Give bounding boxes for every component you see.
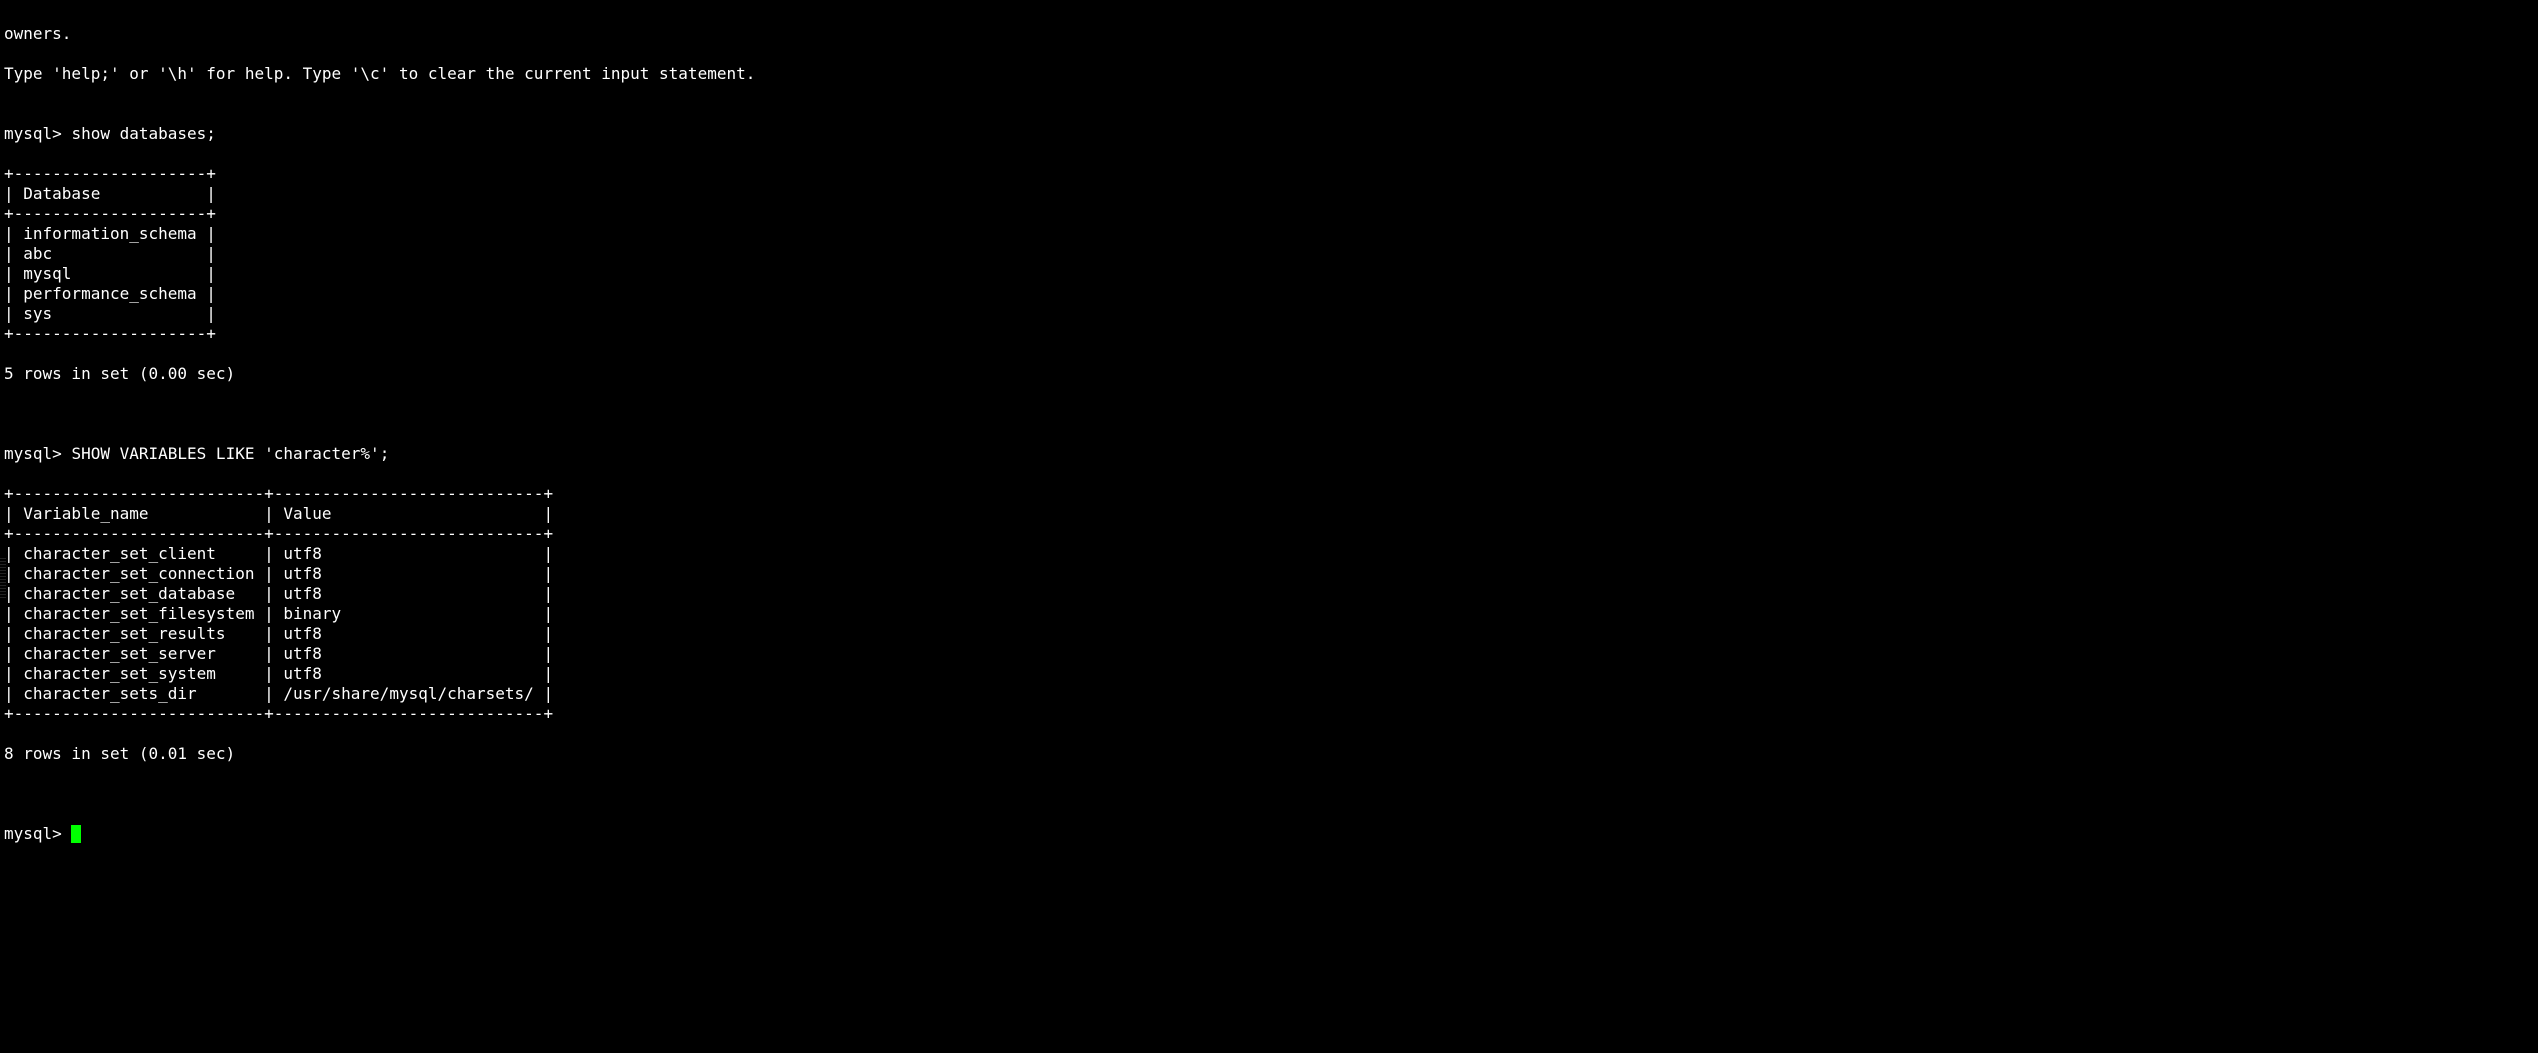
table-row: | abc | — [4, 244, 2534, 264]
table-border: +--------------------+ — [4, 204, 2534, 224]
table-row: | character_set_client | utf8 | — [4, 544, 2534, 564]
intro-line — [4, 44, 2534, 64]
terminal-output[interactable]: owners. Type 'help;' or '\h' for help. T… — [0, 0, 2538, 868]
table-border: +--------------------------+------------… — [4, 484, 2534, 504]
table-border: +--------------------------+------------… — [4, 704, 2534, 724]
table-row: | information_schema | — [4, 224, 2534, 244]
databases-table: +--------------------+| Database |+-----… — [4, 164, 2534, 344]
table-row: | character_set_system | utf8 | — [4, 664, 2534, 684]
intro-line: owners. — [4, 24, 2534, 44]
command-show-variables: SHOW VARIABLES LIKE 'character%'; — [71, 444, 389, 463]
mysql-prompt: mysql> — [4, 124, 71, 143]
table-row: | character_sets_dir | /usr/share/mysql/… — [4, 684, 2534, 704]
mysql-prompt: mysql> — [4, 824, 71, 843]
mysql-prompt: mysql> — [4, 444, 71, 463]
intro-line: Type 'help;' or '\h' for help. Type '\c'… — [4, 64, 2534, 84]
table-row: | character_set_database | utf8 | — [4, 584, 2534, 604]
table-row: | mysql | — [4, 264, 2534, 284]
intro-line — [4, 84, 2534, 104]
table-row: | character_set_connection | utf8 | — [4, 564, 2534, 584]
table-border: +--------------------+ — [4, 164, 2534, 184]
table-row: | character_set_results | utf8 | — [4, 624, 2534, 644]
table-header: | Database | — [4, 184, 2534, 204]
table-row: | performance_schema | — [4, 284, 2534, 304]
table-border: +--------------------+ — [4, 324, 2534, 344]
table-row: | character_set_server | utf8 | — [4, 644, 2534, 664]
cursor[interactable] — [71, 825, 81, 843]
table-row: | character_set_filesystem | binary | — [4, 604, 2534, 624]
variables-footer: 8 rows in set (0.01 sec) — [4, 744, 2534, 764]
table-row: | sys | — [4, 304, 2534, 324]
scroll-indicator — [0, 558, 6, 598]
command-show-databases: show databases; — [71, 124, 216, 143]
table-header: | Variable_name | Value | — [4, 504, 2534, 524]
table-border: +--------------------------+------------… — [4, 524, 2534, 544]
databases-footer: 5 rows in set (0.00 sec) — [4, 364, 2534, 384]
variables-table: +--------------------------+------------… — [4, 484, 2534, 724]
